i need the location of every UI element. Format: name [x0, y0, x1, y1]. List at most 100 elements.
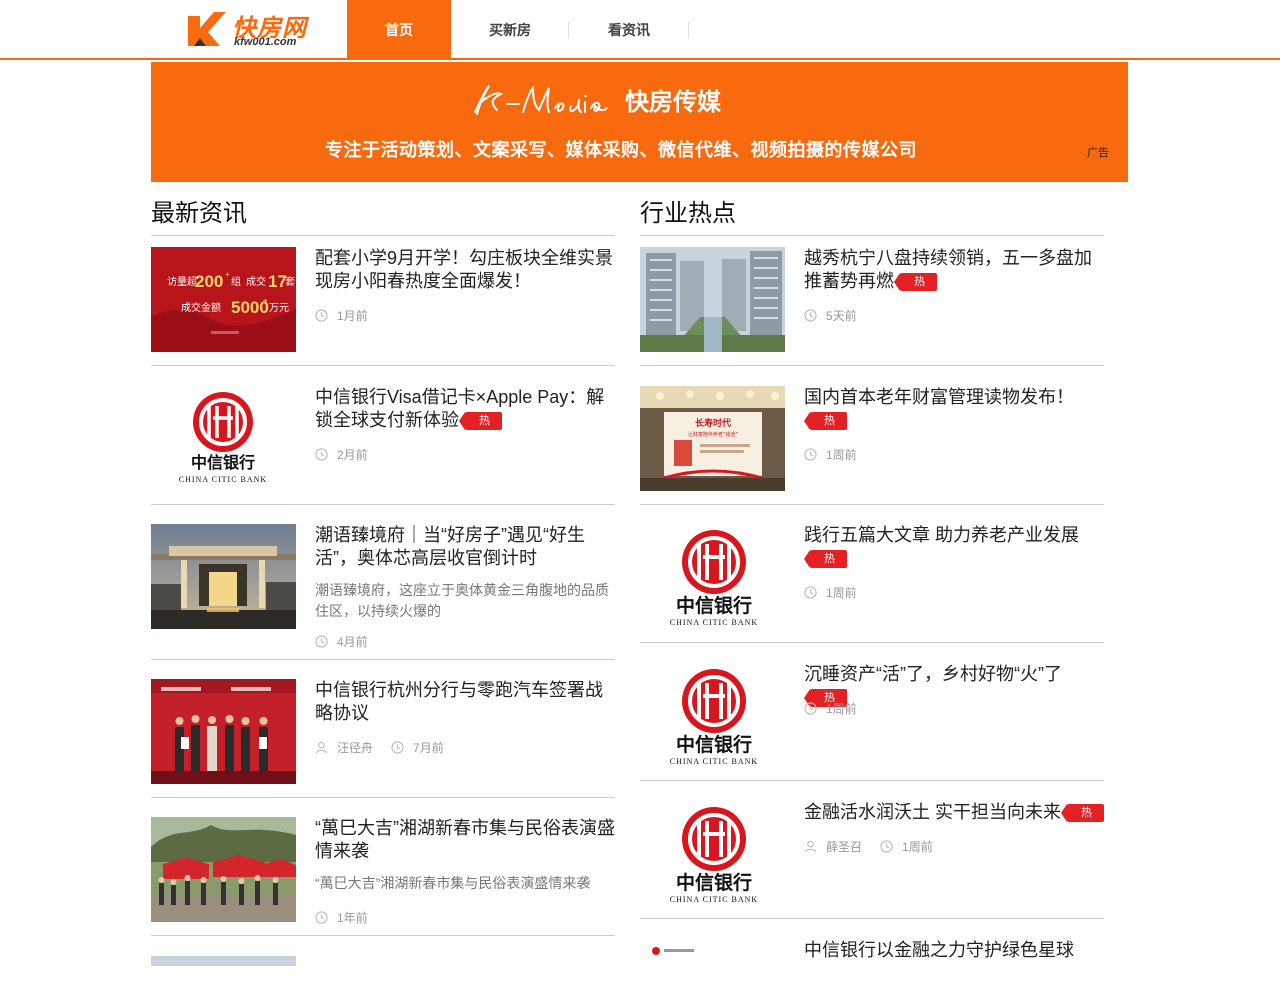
- news-title-text: 践行五篇大文章 助力养老产业发展: [804, 525, 1079, 545]
- news-thumb-spring-market[interactable]: [151, 817, 296, 922]
- nav-home[interactable]: 首页: [347, 0, 451, 60]
- poster-plus: +: [225, 270, 230, 279]
- news-meta: 1年前: [315, 909, 368, 926]
- news-thumb-signing-ceremony[interactable]: [151, 679, 296, 784]
- news-thumb-sales-poster[interactable]: 访量超 200 + 组 成交 17 套 成交金额 5000 + 万元: [151, 247, 296, 352]
- news-title[interactable]: 越秀杭宁八盘持续领销，五一多盘加推蓄势再燃热: [804, 247, 1104, 293]
- clock-icon: [315, 448, 328, 461]
- hot-news-item[interactable]: 越秀杭宁八盘持续领销，五一多盘加推蓄势再燃热 5天前: [640, 247, 1104, 366]
- news-author: 汪径舟: [337, 741, 374, 755]
- news-title-text: 中信银行杭州分行与零跑汽车签署战略协议: [315, 680, 603, 723]
- poster-label: 组: [231, 275, 241, 288]
- news-title[interactable]: 中信银行以金融之力守护绿色星球: [804, 939, 1104, 962]
- latest-news-column: 最新资讯 访量超 200 + 组 成交 17 套 成交金额 5000 + 万元 …: [151, 196, 615, 966]
- banner-company-name: 快房传媒: [625, 89, 721, 116]
- news-title-text: “萬巳大吉”湘湖新春市集与民俗表演盛情来袭: [315, 818, 615, 861]
- news-item[interactable]: 访量超 200 + 组 成交 17 套 成交金额 5000 + 万元 配套小学9…: [151, 247, 615, 366]
- hot-news-item[interactable]: 长寿时代 让财富陪伴养老“钱途” 国内首本老年财富管理读物发布！ 热 1周前: [640, 386, 1104, 505]
- news-title-text: 中信银行以金融之力守护绿色星球: [804, 940, 1074, 960]
- banner-slogan: 专注于活动策划、文案采写、媒体采购、微信代维、视频拍摄的传媒公司: [325, 140, 917, 160]
- citic-name-cn: 中信银行: [676, 871, 752, 894]
- news-time: 7月前: [413, 741, 444, 755]
- clock-icon: [315, 309, 328, 322]
- news-item[interactable]: 中信银行杭州分行与零跑汽车签署战略协议 汪径舟 7月前: [151, 679, 615, 798]
- news-time: 1年前: [337, 911, 368, 925]
- news-thumb-building-gate[interactable]: [151, 524, 296, 629]
- k-media-script-logo: [474, 85, 608, 115]
- clock-icon: [315, 911, 328, 924]
- citic-name-en: CHINA CITIC BANK: [179, 475, 267, 484]
- news-time: 4月前: [337, 635, 368, 649]
- news-meta: 1月前: [315, 307, 368, 324]
- citic-name-en: CHINA CITIC BANK: [670, 757, 758, 766]
- news-thumb[interactable]: [640, 939, 785, 960]
- news-time: 5天前: [826, 309, 857, 323]
- citic-name-en: CHINA CITIC BANK: [670, 618, 758, 627]
- news-title[interactable]: “萬巳大吉”湘湖新春市集与民俗表演盛情来袭: [315, 817, 615, 863]
- nav-news[interactable]: 看资讯: [569, 0, 689, 60]
- hot-news-item[interactable]: 中信银行 CHINA CITIC BANK 沉睡资产“活”了，乡村好物“火”了热…: [640, 663, 1104, 781]
- nav-news-label: 看资讯: [608, 22, 650, 38]
- news-item[interactable]: [151, 956, 615, 996]
- poster-label: 成交金额: [181, 301, 221, 314]
- news-time: 1周前: [902, 840, 933, 854]
- news-meta: 汪径舟 7月前: [315, 739, 444, 756]
- hot-badge: 热: [1061, 804, 1104, 822]
- logo-domain-text: kfw001.com: [234, 36, 297, 48]
- citic-name-cn: 中信银行: [676, 594, 752, 617]
- industry-hot-title: 行业热点: [640, 196, 1104, 236]
- news-meta: 薛圣召 1周前: [804, 838, 933, 855]
- citic-name-en: CHINA CITIC BANK: [670, 895, 758, 904]
- news-item[interactable]: “萬巳大吉”湘湖新春市集与民俗表演盛情来袭 “萬巳大吉”湘湖新春市集与民俗表演盛…: [151, 817, 615, 936]
- news-thumb-book-launch[interactable]: 长寿时代 让财富陪伴养老“钱途”: [640, 386, 785, 491]
- site-logo[interactable]: 快房网 kfw001.com: [186, 6, 316, 52]
- ad-banner[interactable]: 快房传媒 专注于活动策划、文案采写、媒体采购、微信代维、视频拍摄的传媒公司 广告: [151, 62, 1128, 182]
- news-thumb-citic-logo[interactable]: 中信银行 CHINA CITIC BANK: [640, 663, 785, 768]
- news-meta: 1周前: [804, 700, 857, 717]
- news-meta: 5天前: [804, 307, 857, 324]
- news-title[interactable]: 金融活水润沃土 实干担当向未来热: [804, 801, 1104, 824]
- news-thumb[interactable]: [151, 956, 296, 966]
- news-title-text: 国内首本老年财富管理读物发布！: [804, 387, 1074, 407]
- news-time: 1周前: [826, 448, 857, 462]
- hot-badge: 热: [894, 273, 937, 291]
- news-item[interactable]: 潮语臻境府｜当“好房子”遇见“好生活”，奥体芯高层收官倒计时 潮语臻境府，这座立…: [151, 524, 615, 660]
- news-author: 薛圣召: [826, 840, 863, 854]
- hot-badge: 热: [804, 412, 847, 430]
- news-title[interactable]: 践行五篇大文章 助力养老产业发展热: [804, 524, 1104, 570]
- user-icon: [804, 840, 817, 853]
- poster-label: 访量超: [167, 275, 197, 288]
- news-summary: 潮语臻境府，这座立于奥体黄金三角腹地的品质住区，以持续火爆的: [315, 582, 609, 619]
- ad-label: 广告: [1087, 147, 1109, 159]
- news-title-text: 潮语臻境府｜当“好房子”遇见“好生活”，奥体芯高层收官倒计时: [315, 525, 585, 568]
- news-title[interactable]: 潮语臻境府｜当“好房子”遇见“好生活”，奥体芯高层收官倒计时: [315, 524, 615, 570]
- nav-divider: [688, 22, 689, 38]
- hot-news-item[interactable]: 中信银行 CHINA CITIC BANK 践行五篇大文章 助力养老产业发展热 …: [640, 524, 1104, 643]
- poster-label: 成交: [246, 275, 266, 288]
- hot-badge: 热: [459, 412, 502, 430]
- top-bar: 快房网 kfw001.com 首页 买新房 看资讯: [0, 0, 1280, 60]
- news-thumb-citic-logo[interactable]: 中信银行 CHINA CITIC BANK: [640, 524, 785, 629]
- news-item[interactable]: 中信银行 CHINA CITIC BANK 中信银行Visa借记卡×Apple …: [151, 386, 615, 505]
- news-title[interactable]: 中信银行Visa借记卡×Apple Pay：解锁全球支付新体验热: [315, 386, 615, 432]
- launch-screen-title: 长寿时代: [695, 417, 731, 429]
- news-summary: “萬巳大吉”湘湖新春市集与民俗表演盛情来袭: [315, 875, 591, 891]
- hot-news-item[interactable]: 中信银行以金融之力守护绿色星球: [640, 939, 1104, 979]
- news-time: 2月前: [337, 448, 368, 462]
- news-meta: 2月前: [315, 446, 368, 463]
- news-title[interactable]: 中信银行杭州分行与零跑汽车签署战略协议: [315, 679, 615, 725]
- news-time: 1周前: [826, 702, 857, 716]
- nav-buy-new-house[interactable]: 买新房: [451, 0, 569, 60]
- news-meta: 1周前: [804, 446, 857, 463]
- news-title-text: 越秀杭宁八盘持续领销，五一多盘加推蓄势再燃: [804, 248, 1092, 291]
- clock-icon: [804, 702, 817, 715]
- news-title[interactable]: 国内首本老年财富管理读物发布！ 热: [804, 386, 1104, 432]
- news-thumb-residential-towers[interactable]: [640, 247, 785, 352]
- industry-hot-column: 行业热点 越秀杭宁八盘持续领销，五一多盘加推蓄势再燃热 5天前 长寿时代 让财富…: [640, 196, 1104, 960]
- poster-plus: +: [263, 296, 268, 305]
- news-thumb-citic-logo[interactable]: 中信银行 CHINA CITIC BANK: [151, 386, 296, 491]
- news-thumb-citic-logo[interactable]: 中信银行 CHINA CITIC BANK: [640, 801, 785, 906]
- hot-badge: 热: [804, 550, 847, 568]
- hot-news-item[interactable]: 中信银行 CHINA CITIC BANK 金融活水润沃土 实干担当向未来热 薛…: [640, 801, 1104, 919]
- news-title[interactable]: 配套小学9月开学！勾庄板块全维实景现房小阳春热度全面爆发！: [315, 247, 615, 293]
